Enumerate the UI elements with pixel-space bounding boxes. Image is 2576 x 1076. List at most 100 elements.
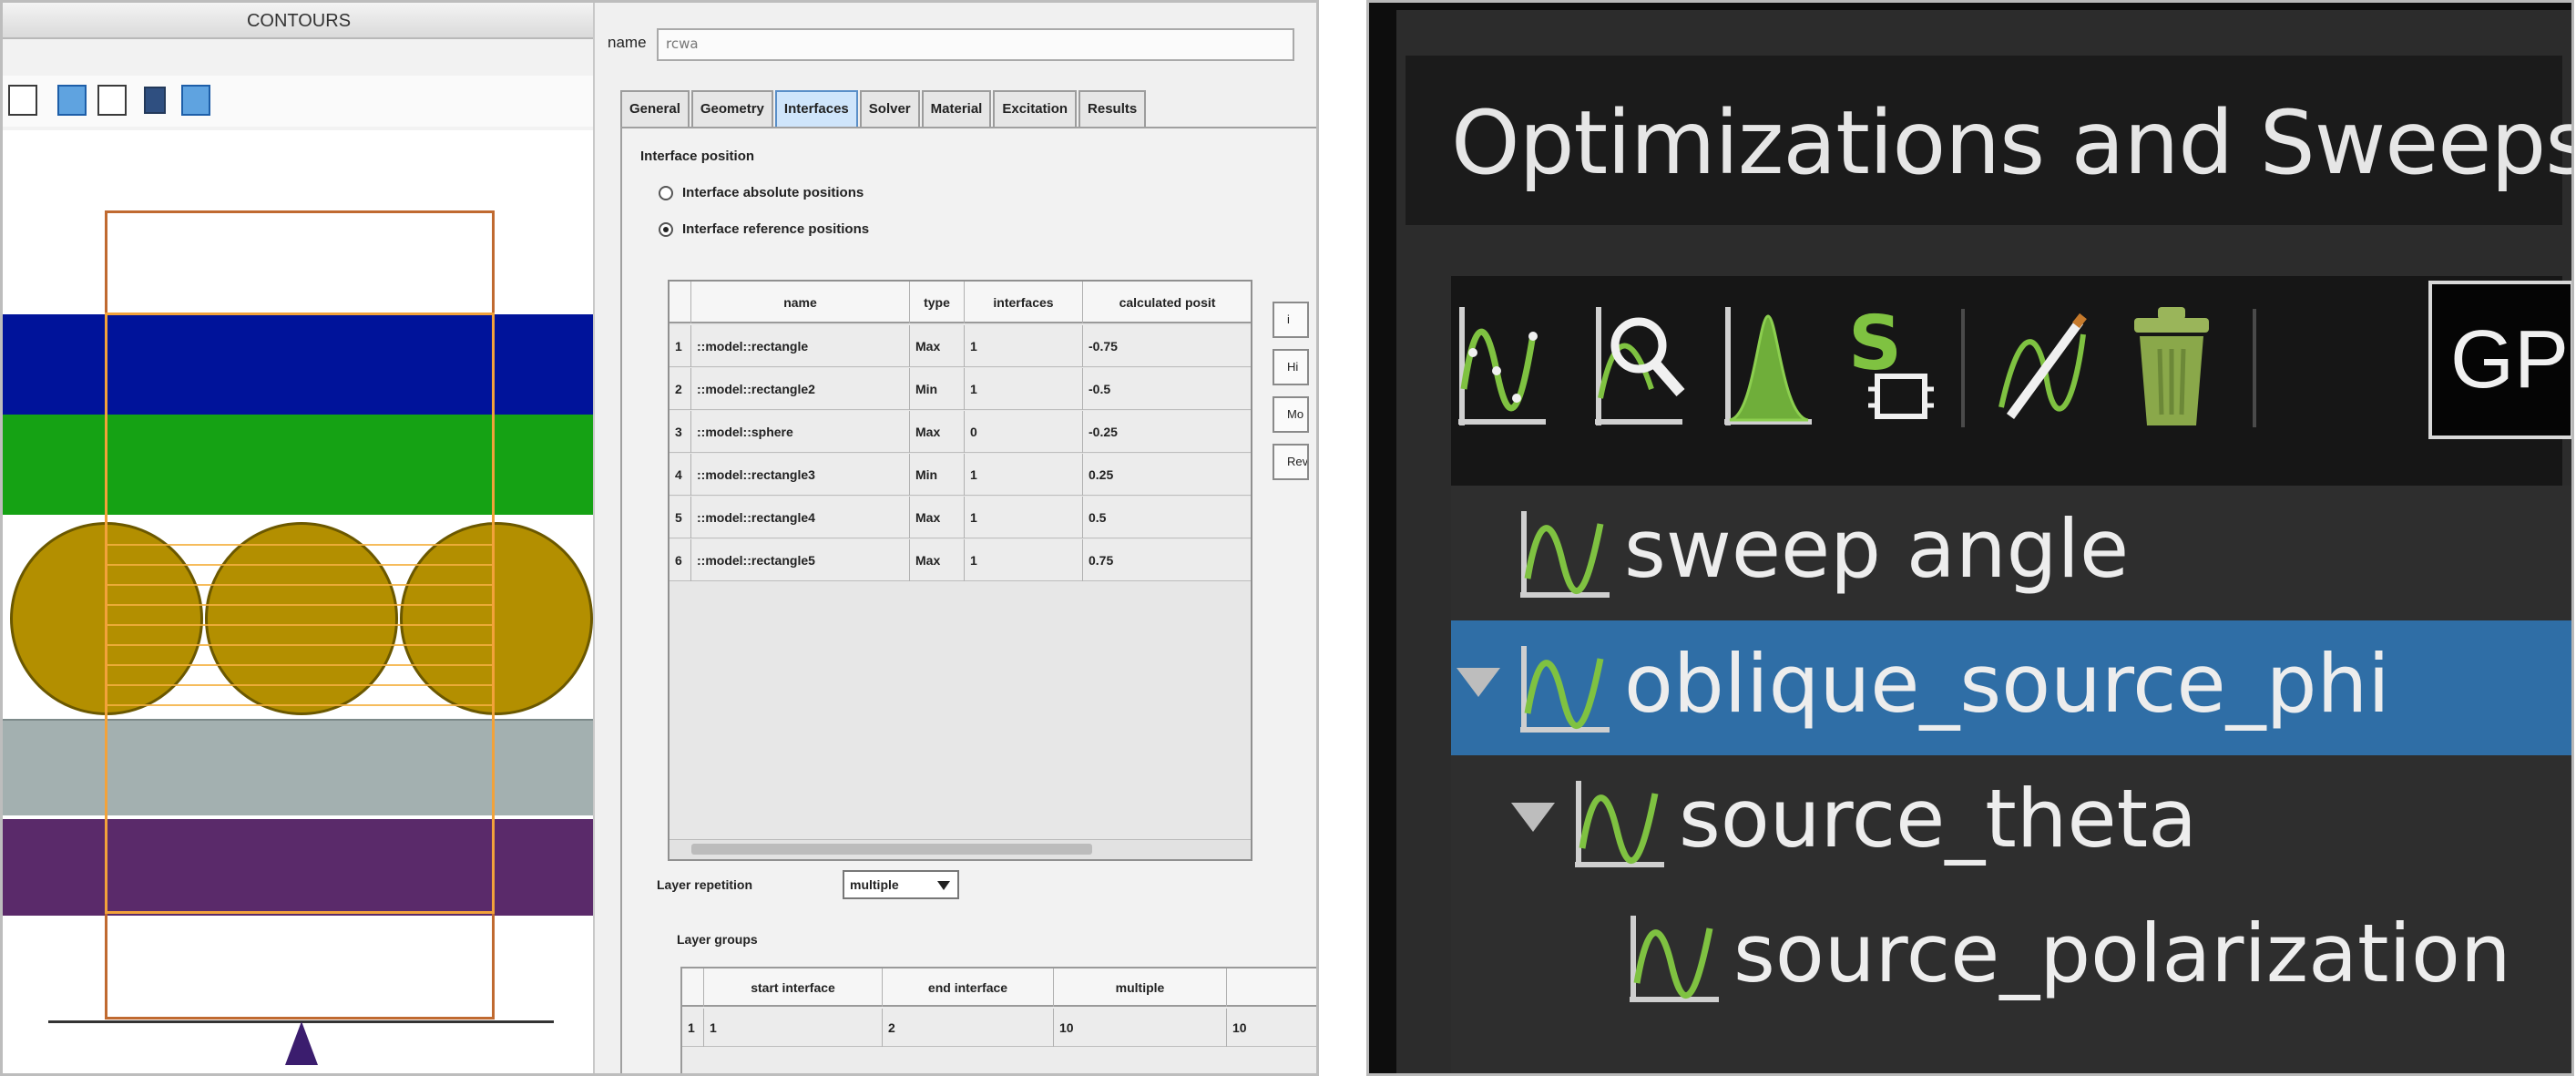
- tree-item-oblique-source-phi[interactable]: oblique_source_phi: [1451, 620, 2571, 755]
- sweep-icon[interactable]: [1451, 298, 1551, 435]
- move-button[interactable]: Mo: [1273, 396, 1309, 433]
- tree-item-source-theta[interactable]: source_theta: [1451, 755, 2571, 890]
- radio-button[interactable]: [659, 222, 673, 238]
- interface-type-cell[interactable]: Min: [910, 368, 965, 410]
- expand-caret-icon[interactable]: [1511, 803, 1555, 832]
- source-arrow-icon: [285, 1021, 318, 1065]
- view-yz-button[interactable]: [97, 85, 127, 116]
- tab-general[interactable]: General: [620, 90, 690, 127]
- radio-reference-positions[interactable]: Interface reference positions: [659, 221, 869, 238]
- table-row[interactable]: 5 ::model::rectangle4 Max 1 0.5: [670, 497, 1251, 538]
- insert-button[interactable]: i: [1273, 302, 1309, 338]
- interface-count-cell[interactable]: 0: [965, 411, 1083, 453]
- tab-interfaces[interactable]: Interfaces: [774, 90, 858, 127]
- extra-cell[interactable]: 10: [1227, 1009, 1316, 1047]
- column-header[interactable]: name: [691, 282, 910, 323]
- interface-name-cell[interactable]: ::model::rectangle2: [691, 368, 910, 410]
- name-label: name: [608, 34, 647, 51]
- view-perspective-button[interactable]: [181, 85, 210, 116]
- tab-solver[interactable]: Solver: [859, 90, 920, 127]
- edit-icon[interactable]: [1992, 298, 2092, 435]
- tree-item-source-polarization[interactable]: source_polarization: [1451, 890, 2571, 1025]
- interface-count-cell[interactable]: 1: [965, 368, 1083, 410]
- resource-select[interactable]: GPU: [2428, 281, 2571, 439]
- trash-icon[interactable]: [2121, 298, 2222, 435]
- tree-item-label: source_polarization: [1733, 907, 2511, 1000]
- s-parameter-icon[interactable]: S: [1843, 298, 1943, 435]
- rcwa-editor-window: CONTOURS name rcwa General Geometry Inte…: [0, 0, 1319, 1076]
- tree-item-sweep-angle[interactable]: sweep angle: [1451, 486, 2571, 620]
- row-index: 6: [670, 539, 691, 581]
- horizontal-scrollbar[interactable]: [670, 839, 1251, 859]
- end-interface-cell[interactable]: 2: [883, 1009, 1054, 1047]
- column-header[interactable]: start interface: [704, 968, 883, 1007]
- select-value: GPU: [2450, 314, 2571, 405]
- geometry-canvas[interactable]: [3, 130, 593, 1073]
- optimization-icon[interactable]: [1588, 298, 1688, 435]
- interface-type-cell[interactable]: Max: [910, 325, 965, 367]
- view-xz-button[interactable]: [57, 85, 87, 116]
- column-header[interactable]: interfaces: [965, 282, 1083, 323]
- geometry-view-title: CONTOURS: [3, 3, 593, 39]
- interface-name-cell[interactable]: ::model::rectangle3: [691, 454, 910, 496]
- interfaces-tab-content: Interface position Interface absolute po…: [620, 127, 1316, 1073]
- column-header[interactable]: type: [910, 282, 965, 323]
- view-toolbar: [3, 76, 593, 127]
- radio-button[interactable]: [659, 186, 673, 201]
- sweep-tree: sweep angle oblique_source_phi source_th…: [1451, 486, 2571, 1073]
- interface-table: name type interfaces calculated posit 1 …: [668, 280, 1252, 861]
- select-value: multiple: [850, 877, 899, 892]
- column-header[interactable]: end interface: [883, 968, 1054, 1007]
- tab-geometry[interactable]: Geometry: [690, 90, 773, 127]
- expand-caret-icon[interactable]: [1457, 668, 1500, 697]
- layer-groups-label: Layer groups: [677, 932, 758, 947]
- sweep-icon: [1520, 511, 1610, 598]
- layer-groups-table: start interface end interface multiple 1…: [680, 967, 1316, 1073]
- interface-count-cell[interactable]: 1: [965, 454, 1083, 496]
- tab-excitation[interactable]: Excitation: [993, 90, 1078, 127]
- table-row[interactable]: 4 ::model::rectangle3 Min 1 0.25: [670, 454, 1251, 496]
- table-row[interactable]: 6 ::model::rectangle5 Max 1 0.75: [670, 539, 1251, 581]
- column-header[interactable]: calculated posit: [1083, 282, 1251, 323]
- multiple-cell[interactable]: 10: [1054, 1009, 1227, 1047]
- start-interface-cell[interactable]: 1: [704, 1009, 883, 1047]
- interface-name-cell[interactable]: ::model::rectangle: [691, 325, 910, 367]
- tab-material[interactable]: Material: [921, 90, 992, 127]
- table-row[interactable]: 1 1 2 10 10: [682, 1009, 1316, 1047]
- name-field[interactable]: rcwa: [657, 28, 1294, 61]
- view-3d-button[interactable]: [144, 87, 166, 114]
- distribution-icon[interactable]: [1717, 298, 1817, 435]
- layer-repetition-label: Layer repetition: [657, 877, 753, 892]
- row-index: 3: [670, 411, 691, 453]
- sweep-toolbar: S GPU: [1451, 276, 2571, 486]
- reverse-button[interactable]: Rev: [1273, 444, 1309, 480]
- property-tabs: General Geometry Interfaces Solver Mater…: [620, 90, 1148, 127]
- table-row[interactable]: 3 ::model::sphere Max 0 -0.25: [670, 411, 1251, 453]
- optimizations-sweeps-window: Optimizations and Sweeps S GP sweep angl…: [1366, 0, 2574, 1076]
- table-header: start interface end interface multiple: [682, 968, 1316, 1007]
- layer-repetition-select[interactable]: multiple: [843, 870, 959, 899]
- row-index: 2: [670, 368, 691, 410]
- interface-type-cell[interactable]: Max: [910, 497, 965, 538]
- table-row[interactable]: 1 ::model::rectangle Max 1 -0.75: [670, 325, 1251, 367]
- interface-type-cell[interactable]: Max: [910, 539, 965, 581]
- interface-name-cell[interactable]: ::model::sphere: [691, 411, 910, 453]
- column-header: [670, 282, 691, 323]
- highlight-button[interactable]: Hi: [1273, 349, 1309, 385]
- interface-count-cell[interactable]: 1: [965, 539, 1083, 581]
- panel-title: Optimizations and Sweeps: [1451, 92, 2574, 194]
- interface-type-cell[interactable]: Min: [910, 454, 965, 496]
- interface-type-cell[interactable]: Max: [910, 411, 965, 453]
- interface-name-cell[interactable]: ::model::rectangle5: [691, 539, 910, 581]
- view-xy-button[interactable]: [8, 85, 37, 116]
- toolbar-separator: [2253, 309, 2256, 427]
- interface-name-cell[interactable]: ::model::rectangle4: [691, 497, 910, 538]
- interface-count-cell[interactable]: 1: [965, 497, 1083, 538]
- interface-count-cell[interactable]: 1: [965, 325, 1083, 367]
- scrollbar-thumb[interactable]: [691, 844, 1092, 855]
- column-header[interactable]: multiple: [1054, 968, 1227, 1007]
- table-row[interactable]: 2 ::model::rectangle2 Min 1 -0.5: [670, 368, 1251, 410]
- row-index: 1: [682, 1009, 704, 1047]
- tab-results[interactable]: Results: [1078, 90, 1147, 127]
- radio-absolute-positions[interactable]: Interface absolute positions: [659, 185, 864, 201]
